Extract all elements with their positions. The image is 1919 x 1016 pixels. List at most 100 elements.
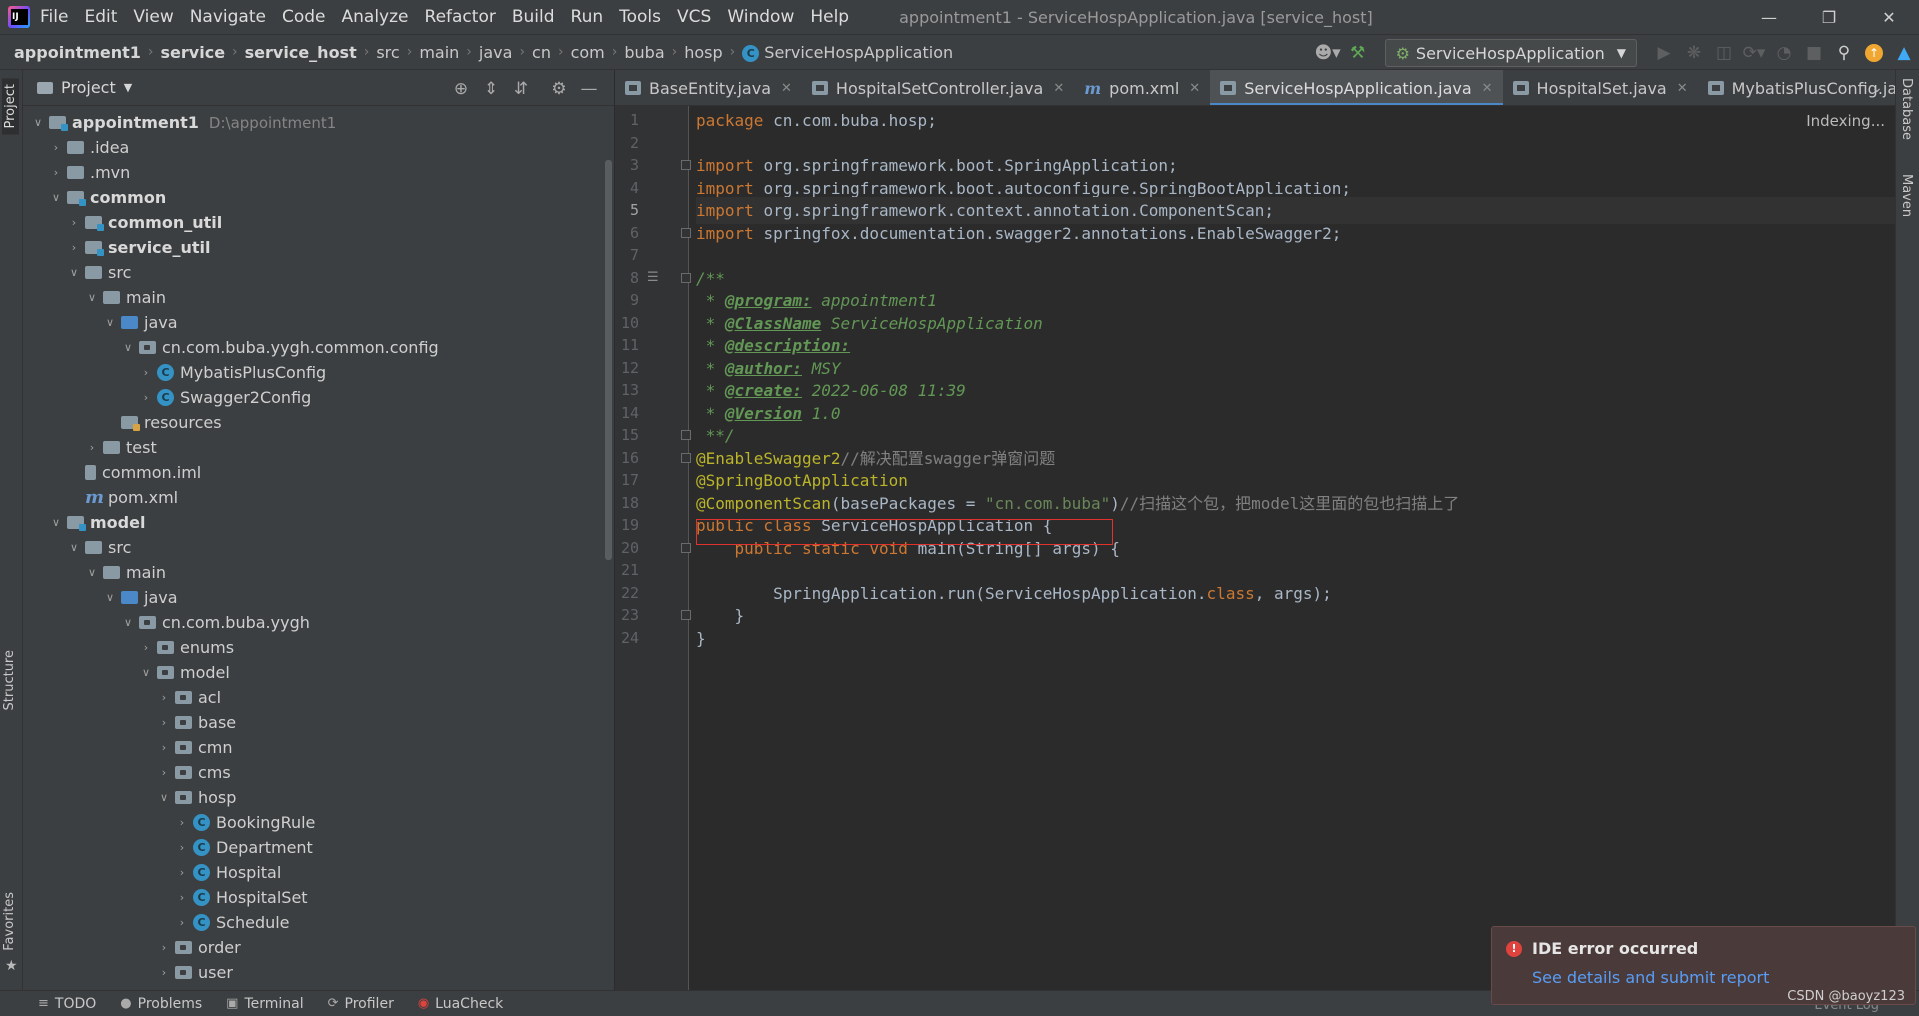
- menu-run[interactable]: Run: [571, 7, 604, 27]
- tree-item[interactable]: › user: [23, 960, 614, 985]
- tool-tab-maven[interactable]: Maven: [1899, 174, 1914, 217]
- tree-item[interactable]: › acl: [23, 685, 614, 710]
- hide-panel-icon[interactable]: —: [574, 74, 604, 104]
- close-icon[interactable]: ✕: [1482, 81, 1493, 96]
- update-icon[interactable]: ↑: [1859, 38, 1889, 68]
- chevron-right-icon[interactable]: ›: [155, 941, 173, 954]
- bottom-tab-luacheck[interactable]: ◉ LuaCheck: [418, 996, 503, 1012]
- tree-item[interactable]: ∨ src: [23, 535, 614, 560]
- tool-tab-structure[interactable]: Structure: [2, 650, 17, 710]
- tree-item[interactable]: › common_util: [23, 210, 614, 235]
- search-icon[interactable]: ⚲: [1829, 38, 1859, 68]
- run-configuration-select[interactable]: ⚙ ServiceHospApplication ▼: [1384, 39, 1637, 67]
- code-line[interactable]: }: [696, 625, 1895, 652]
- chevron-down-icon[interactable]: ∨: [137, 666, 155, 679]
- tree-item[interactable]: › C Swagger2Config: [23, 385, 614, 410]
- chevron-down-icon[interactable]: ∨: [119, 341, 137, 354]
- breadcrumb-item[interactable]: service_host: [245, 43, 357, 62]
- menu-analyze[interactable]: Analyze: [342, 7, 409, 27]
- fold-marker-icon[interactable]: [681, 227, 691, 238]
- menu-window[interactable]: Window: [727, 7, 794, 27]
- stop-icon[interactable]: ■: [1799, 38, 1829, 68]
- submit-report-link[interactable]: See details and submit report: [1532, 968, 1769, 987]
- menu-code[interactable]: Code: [282, 7, 326, 27]
- collapse-all-icon[interactable]: ⇵: [506, 74, 536, 104]
- chevron-right-icon[interactable]: ›: [65, 241, 83, 254]
- fold-marker-icon[interactable]: [681, 610, 691, 620]
- restore-icon[interactable]: ❐: [1799, 0, 1859, 34]
- chevron-right-icon[interactable]: ›: [155, 716, 173, 729]
- bottom-tab-problems[interactable]: ● Problems: [120, 996, 202, 1012]
- tree-item[interactable]: ∨ main: [23, 285, 614, 310]
- chevron-right-icon[interactable]: ›: [155, 766, 173, 779]
- chevron-down-icon[interactable]: ∨: [101, 591, 119, 604]
- menu-refactor[interactable]: Refactor: [425, 7, 496, 27]
- fold-marker-icon[interactable]: [681, 430, 691, 440]
- breadcrumb-item[interactable]: main: [419, 43, 459, 62]
- editor-tab[interactable]: BaseEntity.java ✕: [615, 70, 802, 105]
- project-tree-scrollbar[interactable]: [605, 160, 612, 560]
- chevron-right-icon[interactable]: ›: [173, 891, 191, 904]
- tree-item[interactable]: › C BookingRule: [23, 810, 614, 835]
- tree-item[interactable]: › cms: [23, 760, 614, 785]
- attach-icon[interactable]: ◔: [1769, 38, 1799, 68]
- chevron-right-icon[interactable]: ›: [155, 691, 173, 704]
- tree-item[interactable]: m pom.xml: [23, 485, 614, 510]
- tree-item[interactable]: common.iml: [23, 460, 614, 485]
- chevron-right-icon[interactable]: ›: [65, 216, 83, 229]
- close-icon[interactable]: ✕: [1677, 81, 1688, 96]
- build-hammer-icon[interactable]: ⚒: [1343, 38, 1373, 68]
- chevron-right-icon[interactable]: ›: [173, 916, 191, 929]
- breadcrumb-item[interactable]: service: [161, 43, 226, 62]
- chevron-right-icon[interactable]: ›: [173, 866, 191, 879]
- chevron-down-icon[interactable]: ∨: [47, 516, 65, 529]
- bottom-tab-todo[interactable]: ≡ TODO: [38, 996, 96, 1012]
- chevron-down-icon[interactable]: ∨: [101, 316, 119, 329]
- close-icon[interactable]: ✕: [1189, 81, 1200, 96]
- close-window-icon[interactable]: ✕: [1859, 0, 1919, 34]
- editor-tab[interactable]: HospitalSet.java ✕: [1503, 70, 1698, 105]
- tool-tab-favorites[interactable]: Favorites: [2, 892, 17, 951]
- code-editor[interactable]: 1 2 3 4 5 6 7 8 9 10 11 12 13 14 15 16 17 18 19 20 21 22 23 24 ☰…: [615, 106, 1895, 990]
- breadcrumb-current[interactable]: C ServiceHospApplication: [742, 43, 953, 62]
- tree-item[interactable]: › C MybatisPlusConfig: [23, 360, 614, 385]
- chevron-right-icon[interactable]: ›: [137, 641, 155, 654]
- toolbox-icon[interactable]: ▲: [1889, 38, 1919, 68]
- menu-navigate[interactable]: Navigate: [190, 7, 266, 27]
- project-view-selector[interactable]: Project ▼: [37, 78, 132, 97]
- breadcrumb-item[interactable]: appointment1: [14, 43, 141, 62]
- close-icon[interactable]: ✕: [781, 81, 792, 96]
- tree-item[interactable]: ∨ common: [23, 185, 614, 210]
- chevron-down-icon[interactable]: ∨: [83, 291, 101, 304]
- chevron-down-icon[interactable]: ∨: [119, 616, 137, 629]
- locate-icon[interactable]: ⊕: [446, 74, 476, 104]
- breadcrumb-item[interactable]: cn: [532, 43, 551, 62]
- chevron-right-icon[interactable]: ›: [173, 841, 191, 854]
- tree-item[interactable]: ∨ src: [23, 260, 614, 285]
- tree-item[interactable]: › .idea: [23, 135, 614, 160]
- tabs-more-icon[interactable]: ⌄: [1859, 70, 1895, 106]
- chevron-right-icon[interactable]: ›: [83, 441, 101, 454]
- tree-item[interactable]: › C HospitalSet: [23, 885, 614, 910]
- chevron-right-icon[interactable]: ›: [137, 391, 155, 404]
- chevron-down-icon[interactable]: ∨: [155, 791, 173, 804]
- tool-tab-project[interactable]: Project: [2, 78, 19, 135]
- tree-item[interactable]: ∨ cn.com.buba.yygh: [23, 610, 614, 635]
- tree-item[interactable]: › order: [23, 935, 614, 960]
- tree-item[interactable]: › cmn: [23, 735, 614, 760]
- menu-tools[interactable]: Tools: [619, 7, 661, 27]
- close-icon[interactable]: ✕: [1053, 81, 1064, 96]
- tree-item[interactable]: › .mvn: [23, 160, 614, 185]
- menu-file[interactable]: File: [40, 7, 68, 27]
- tree-item[interactable]: ∨ main: [23, 560, 614, 585]
- chevron-right-icon[interactable]: ›: [155, 966, 173, 979]
- debug-icon[interactable]: ❋: [1679, 38, 1709, 68]
- tree-item[interactable]: ∨ java: [23, 585, 614, 610]
- editor-tab[interactable]: ServiceHospApplication.java ✕: [1210, 70, 1503, 105]
- chevron-right-icon[interactable]: ›: [155, 741, 173, 754]
- user-icon[interactable]: ☻▾: [1313, 38, 1343, 68]
- menu-build[interactable]: Build: [512, 7, 555, 27]
- tool-tab-database[interactable]: Database: [1899, 78, 1914, 140]
- gear-icon[interactable]: ⚙: [544, 74, 574, 104]
- chevron-down-icon[interactable]: ∨: [47, 191, 65, 204]
